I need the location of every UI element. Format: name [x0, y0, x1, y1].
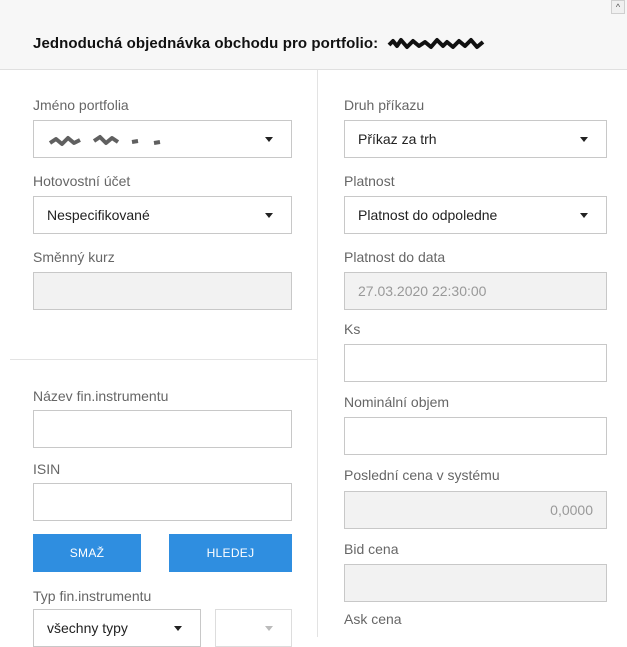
last-price-value: 0,0000	[550, 502, 593, 518]
search-button[interactable]: HLEDEJ	[169, 534, 292, 572]
portfolio-select[interactable]	[33, 120, 292, 158]
nominal-input[interactable]	[344, 417, 607, 455]
last-price-field: 0,0000	[344, 491, 607, 529]
order-type-select[interactable]: Příkaz za trh	[344, 120, 607, 158]
chevron-down-icon	[265, 137, 273, 142]
redacted-portfolio-select-value	[48, 135, 161, 146]
dialog-title: Jednoduchá objednávka obchodu pro portfo…	[33, 35, 487, 52]
valid-until-value: 27.03.2020 22:30:00	[358, 283, 487, 299]
chevron-down-icon	[580, 213, 588, 218]
instrument-type-select[interactable]: všechny typy	[33, 609, 201, 647]
instrument-name-label: Název fin.instrumentu	[33, 388, 169, 404]
order-type-label: Druh příkazu	[344, 97, 425, 113]
dialog-header: Jednoduchá objednávka obchodu pro portfo…	[0, 0, 627, 70]
bid-field	[344, 564, 607, 602]
section-divider	[10, 359, 317, 360]
column-divider	[317, 70, 318, 637]
pieces-input[interactable]	[344, 344, 607, 382]
isin-input[interactable]	[33, 483, 292, 521]
exchange-rate-field	[33, 272, 292, 310]
cash-account-label: Hotovostní účet	[33, 173, 131, 189]
redacted-portfolio-name	[387, 38, 484, 50]
dialog-title-text: Jednoduchá objednávka obchodu pro portfo…	[33, 35, 379, 52]
validity-select[interactable]: Platnost do odpoledne	[344, 196, 607, 234]
instrument-type-label: Typ fin.instrumentu	[33, 588, 152, 604]
valid-until-field: 27.03.2020 22:30:00	[344, 272, 607, 310]
chevron-down-icon	[580, 137, 588, 142]
clear-button[interactable]: SMAŽ	[33, 534, 141, 572]
order-type-value: Příkaz za trh	[358, 131, 437, 147]
instrument-subtype-select[interactable]	[215, 609, 292, 647]
bid-label: Bid cena	[344, 541, 399, 557]
exchange-rate-label: Směnný kurz	[33, 249, 115, 265]
portfolio-label: Jméno portfolia	[33, 97, 129, 113]
cash-account-select[interactable]: Nespecifikované	[33, 196, 292, 234]
scroll-up-icon[interactable]: ^	[611, 0, 625, 14]
instrument-name-input[interactable]	[33, 410, 292, 448]
chevron-down-icon	[265, 626, 273, 631]
validity-label: Platnost	[344, 173, 395, 189]
ask-label: Ask cena	[344, 611, 402, 627]
chevron-down-icon	[265, 213, 273, 218]
validity-value: Platnost do odpoledne	[358, 207, 498, 223]
chevron-down-icon	[174, 626, 182, 631]
pieces-label: Ks	[344, 321, 361, 337]
last-price-label: Poslední cena v systému	[344, 467, 500, 483]
cash-account-value: Nespecifikované	[47, 207, 150, 223]
instrument-type-value: všechny typy	[47, 620, 128, 636]
isin-label: ISIN	[33, 461, 61, 477]
valid-until-label: Platnost do data	[344, 249, 446, 265]
nominal-label: Nominální objem	[344, 394, 450, 410]
